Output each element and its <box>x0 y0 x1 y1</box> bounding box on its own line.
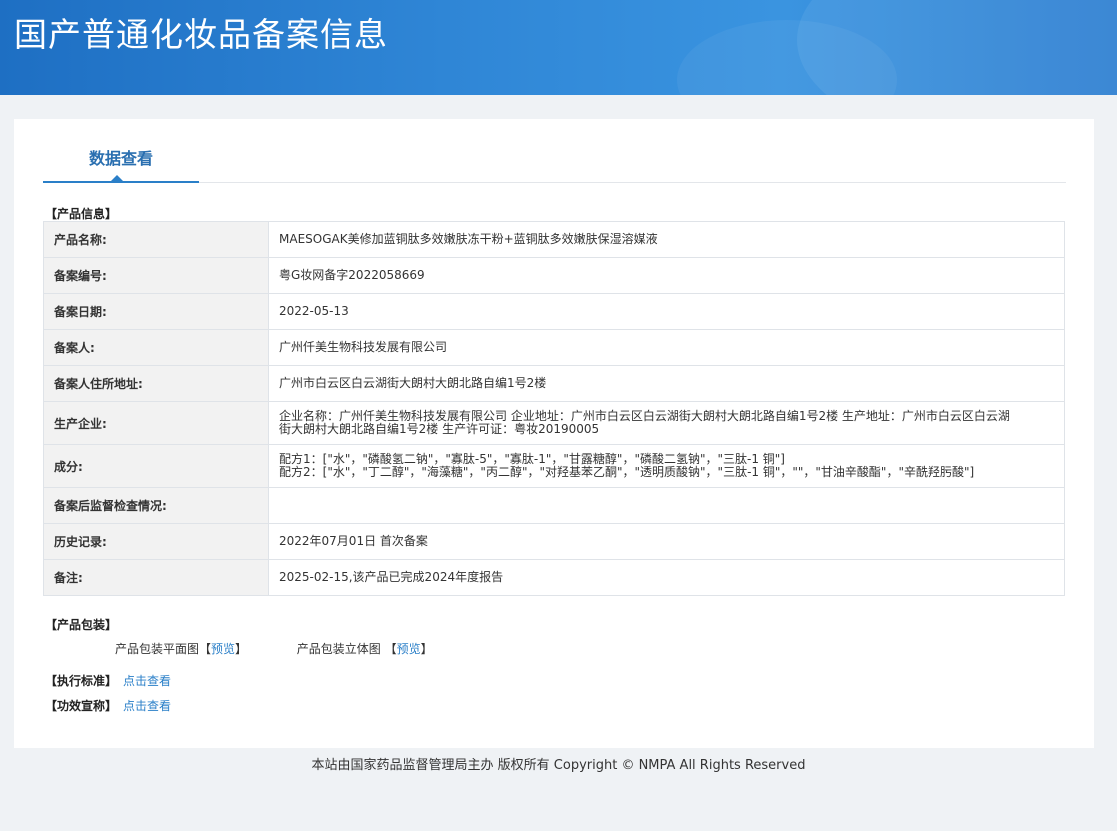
row-value: 2022-05-13 <box>268 293 1065 330</box>
row-value: 2022年07月01日 首次备案 <box>268 523 1065 560</box>
row-key: 备注: <box>43 559 269 596</box>
bracket-close: 】 <box>420 642 433 656</box>
row-key: 备案人: <box>43 329 269 366</box>
product-info-table: 产品名称: MAESOGAK美修加蓝铜肽多效嫩肤冻干粉+蓝铜肽多效嫩肤保湿溶媒液… <box>43 221 1065 596</box>
row-value: 配方1：["水"，"磷酸氢二钠"，"寡肽-5"，"寡肽-1"，"甘露糖醇"，"磷… <box>268 444 1065 488</box>
table-row: 产品名称: MAESOGAK美修加蓝铜肽多效嫩肤冻干粉+蓝铜肽多效嫩肤保湿溶媒液 <box>43 221 1065 258</box>
tab-data-view[interactable]: 数据查看 <box>43 139 199 183</box>
table-row: 成分: 配方1：["水"，"磷酸氢二钠"，"寡肽-5"，"寡肽-1"，"甘露糖醇… <box>43 444 1065 488</box>
packaging-flat-label: 产品包装平面图 <box>115 642 200 656</box>
efficacy-view-link[interactable]: 点击查看 <box>123 699 171 713</box>
table-row: 生产企业: 企业名称：广州仟美生物科技发展有限公司 企业地址：广州市白云区白云湖… <box>43 401 1065 445</box>
tab-bar: 数据查看 <box>43 139 1066 183</box>
tab-caret-icon <box>111 175 123 181</box>
row-key: 备案编号: <box>43 257 269 294</box>
table-row: 历史记录: 2022年07月01日 首次备案 <box>43 523 1065 560</box>
row-value: 广州市白云区白云湖街大朗村大朗北路自编1号2楼 <box>268 365 1065 402</box>
content-panel: 数据查看 【产品信息】 产品名称: MAESOGAK美修加蓝铜肽多效嫩肤冻干粉+… <box>14 119 1094 748</box>
table-row: 备案日期: 2022-05-13 <box>43 293 1065 330</box>
standard-view-link[interactable]: 点击查看 <box>123 674 171 688</box>
row-value: 广州仟美生物科技发展有限公司 <box>268 329 1065 366</box>
row-value <box>268 487 1065 524</box>
bracket-open: 【 <box>199 642 212 656</box>
tab-data-view-label: 数据查看 <box>88 149 153 168</box>
packaging-flat-preview-link[interactable]: 预览 <box>211 642 235 656</box>
row-value: 企业名称：广州仟美生物科技发展有限公司 企业地址：广州市白云区白云湖街大朗村大朗… <box>268 401 1065 445</box>
row-key: 备案日期: <box>43 293 269 330</box>
row-value: MAESOGAK美修加蓝铜肽多效嫩肤冻干粉+蓝铜肽多效嫩肤保湿溶媒液 <box>268 221 1065 258</box>
bracket-open: 【 <box>384 642 397 656</box>
section-packaging: 【产品包装】 <box>45 618 118 632</box>
standard-row: 【执行标准】 点击查看 <box>45 672 171 689</box>
table-row: 备案后监督检查情况: <box>43 487 1065 524</box>
value-line: 配方2：["水"，"丁二醇"，"海藻糖"，"丙二醇"，"对羟基苯乙酮"，"透明质… <box>279 465 975 479</box>
section-standard: 【执行标准】 <box>45 674 118 688</box>
page-title: 国产普通化妆品备案信息 <box>14 15 388 54</box>
page-header: 国产普通化妆品备案信息 <box>0 0 1117 95</box>
row-key: 产品名称: <box>43 221 269 258</box>
table-row: 备注: 2025-02-15,该产品已完成2024年度报告 <box>43 559 1065 596</box>
page-footer: 本站由国家药品监督管理局主办 版权所有 Copyright © NMPA All… <box>311 758 806 773</box>
packaging-solid-label: 产品包装立体图 <box>296 642 381 656</box>
table-row: 备案人: 广州仟美生物科技发展有限公司 <box>43 329 1065 366</box>
table-row: 备案编号: 粤G妆网备字2022058669 <box>43 257 1065 294</box>
row-key: 成分: <box>43 444 269 488</box>
row-key: 历史记录: <box>43 523 269 560</box>
row-value: 粤G妆网备字2022058669 <box>268 257 1065 294</box>
table-row: 备案人住所地址: 广州市白云区白云湖街大朗村大朗北路自编1号2楼 <box>43 365 1065 402</box>
section-product-info: 【产品信息】 <box>45 207 118 221</box>
efficacy-row: 【功效宣称】 点击查看 <box>45 697 171 714</box>
row-value: 2025-02-15,该产品已完成2024年度报告 <box>268 559 1065 596</box>
row-key: 备案人住所地址: <box>43 365 269 402</box>
packaging-row: 产品包装平面图【预览】 产品包装立体图 【预览】 <box>115 640 433 657</box>
row-key: 生产企业: <box>43 401 269 445</box>
value-line: 街大朗村大朗北路自编1号2楼 生产许可证：粤妆20190005 <box>279 422 600 436</box>
section-efficacy: 【功效宣称】 <box>45 699 118 713</box>
packaging-solid-preview-link[interactable]: 预览 <box>397 642 421 656</box>
bracket-close: 】 <box>235 642 248 656</box>
row-key: 备案后监督检查情况: <box>43 487 269 524</box>
